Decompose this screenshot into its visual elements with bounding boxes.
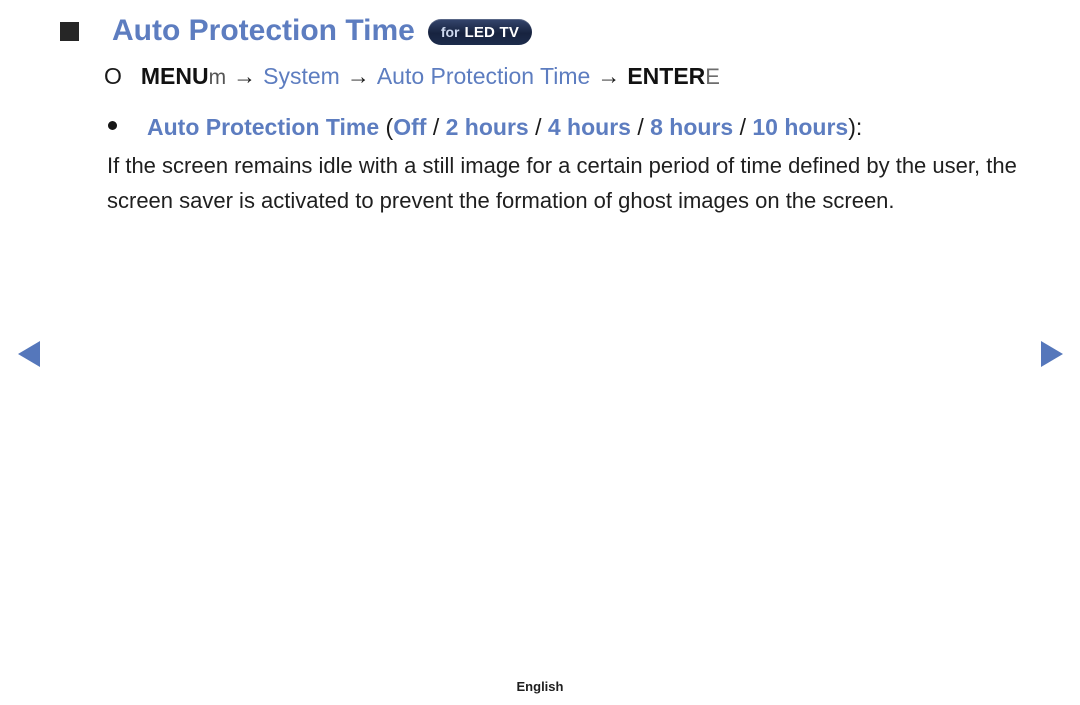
breadcrumb-menu-label: MENU xyxy=(140,63,209,89)
breadcrumb-arrow-icon-1: → xyxy=(233,63,257,89)
triangle-right-icon[interactable] xyxy=(1041,341,1063,367)
option-separator-2: / xyxy=(630,114,651,140)
breadcrumb-item-auto-protection-time: Auto Protection Time xyxy=(376,63,591,89)
breadcrumb-enter-label: ENTER xyxy=(627,63,706,89)
option-separator-0: / xyxy=(426,114,446,140)
triangle-left-icon[interactable] xyxy=(18,341,40,367)
menu-key-glyph-icon: m xyxy=(208,66,227,89)
breadcrumb-item-system: System xyxy=(263,63,340,89)
option-separator-3: / xyxy=(733,114,753,140)
option-close-paren: ) xyxy=(848,114,856,140)
option-separator-1: / xyxy=(528,114,548,140)
breadcrumb: O MENUm → System → Auto Protection Time → ENTER… xyxy=(104,61,720,93)
option-line-content: Auto Protection Time (Off / 2 hours / 4 … xyxy=(147,111,862,143)
badge-model-label: LED TV xyxy=(464,23,520,41)
circle-glyph-icon: O xyxy=(104,63,122,89)
page-title: Auto Protection Time xyxy=(112,14,415,47)
manual-page: Auto Protection Time for LED TV O MENUm → S… xyxy=(0,0,1080,705)
option-value-1: 2 hours xyxy=(445,114,529,140)
footer-language-label: English xyxy=(516,679,564,694)
enter-key-glyph-icon: E xyxy=(705,64,720,89)
badge-prefix-label: for xyxy=(440,24,460,40)
black-square-icon xyxy=(60,21,79,41)
option-colon: : xyxy=(855,114,863,140)
option-value-4: 10 hours xyxy=(752,114,849,140)
option-list-item: Auto Protection Time (Off / 2 hours / 4 … xyxy=(108,111,862,143)
breadcrumb-arrow-icon-2: → xyxy=(346,63,370,89)
breadcrumb-arrow-icon-3: → xyxy=(597,63,621,89)
status-badge: for LED TV xyxy=(427,19,533,45)
option-label: Auto Protection Time xyxy=(147,114,380,140)
option-value-2: 4 hours xyxy=(547,114,631,140)
page-title-row: Auto Protection Time for LED TV xyxy=(60,12,533,50)
body-paragraph: If the screen remains idle with a still … xyxy=(107,153,1017,213)
option-value-0: Off xyxy=(393,114,427,140)
option-value-3: 8 hours xyxy=(650,114,734,140)
round-dot-icon xyxy=(108,121,117,130)
